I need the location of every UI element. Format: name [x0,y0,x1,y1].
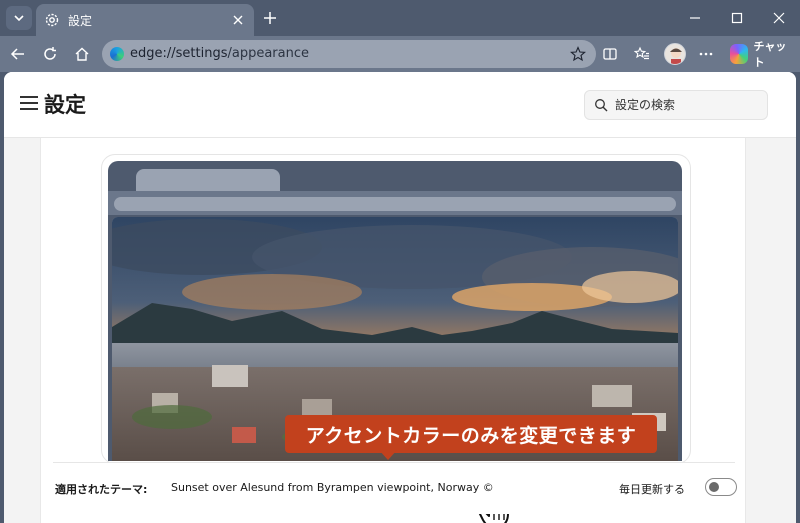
profile-avatar[interactable] [664,43,686,65]
maximize-button[interactable] [722,6,752,30]
copilot-chat-button[interactable]: チャット [730,40,792,69]
back-button[interactable] [6,42,30,66]
applied-theme-name: Sunset over Alesund from Byrampen viewpo… [171,481,494,494]
settings-search[interactable] [584,90,768,120]
split-screen-icon [603,48,617,60]
applied-theme-row: 適用されたテーマ: Sunset over Alesund from Byram… [53,462,737,514]
more-options-button[interactable] [694,42,718,66]
tab-title: 設定 [68,13,93,28]
menu-button[interactable] [20,96,38,110]
close-icon [233,15,243,25]
preview-tab [136,169,280,193]
page-title: 設定 [44,93,86,117]
url-scheme: edge:// [130,46,176,61]
minimize-button[interactable] [680,6,710,30]
search-icon [595,99,608,112]
edge-logo-icon [110,47,124,61]
browser-toolbar: edge://settings/appearance チャット [0,36,800,72]
toggle-knob [709,482,719,492]
daily-refresh-label: 毎日更新する [619,483,685,496]
settings-header: 設定 [4,72,796,138]
star-icon [570,46,586,62]
home-icon [75,47,89,61]
callout-text: アクセントカラーのみを変更できます [305,424,637,447]
url-text: edge://settings/appearance [130,46,309,61]
tab-close-button[interactable] [230,12,246,28]
daily-refresh-toggle[interactable] [705,478,737,496]
close-icon [773,12,785,24]
home-button[interactable] [70,42,94,66]
favorite-button[interactable] [568,44,588,64]
accent-color-callout: アクセントカラーのみを変更できます [285,415,657,453]
more-horizontal-icon [699,52,713,56]
address-bar[interactable]: edge://settings/appearance [102,40,596,68]
tab-actions-menu-button[interactable] [6,6,32,30]
preview-address-bar [114,197,676,211]
arrow-left-icon [10,48,24,60]
title-bar: 設定 [0,0,800,36]
settings-page: 設定 設定の検索 アクセントカラーのみを変更できます 適用されたテーマ: Sun… [4,72,796,523]
refresh-icon [44,47,56,60]
avatar-illustration-icon [670,48,682,64]
gear-icon [45,13,59,27]
plus-icon [264,12,276,24]
tab-settings[interactable]: 設定 [36,4,254,36]
hamburger-icon-line [20,108,38,110]
url-path: /appearance [227,46,309,61]
new-tab-button[interactable] [260,8,280,28]
copilot-label: チャット [753,40,787,69]
search-input[interactable] [615,96,761,114]
chevron-down-icon [14,15,24,22]
hamburger-icon-line [20,102,38,104]
favorites-icon [634,46,649,60]
hamburger-icon-line [20,96,38,98]
applied-theme-label: 適用されたテーマ: [55,483,148,496]
favorites-button[interactable] [630,42,654,66]
appearance-card: アクセントカラーのみを変更できます 適用されたテーマ: Sunset over … [40,138,746,523]
maximize-icon [731,12,743,24]
minimize-icon [690,17,700,19]
split-screen-button[interactable] [598,42,622,66]
url-host: settings [175,46,228,61]
close-window-button[interactable] [764,6,794,30]
callout-pointer [379,450,397,460]
copilot-icon [730,44,748,64]
refresh-button[interactable] [38,42,62,66]
